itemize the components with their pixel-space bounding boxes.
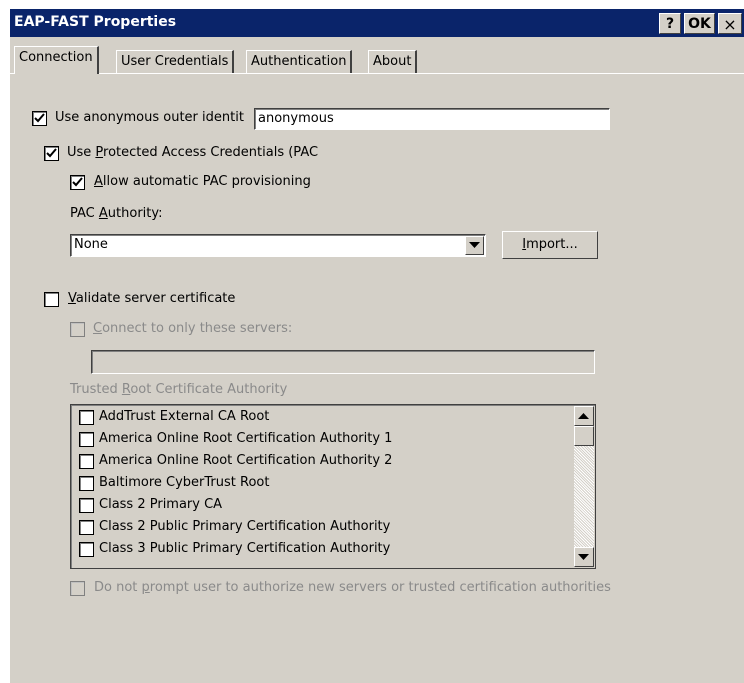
ca-list-scrollbar[interactable] [574, 406, 594, 567]
check-icon [46, 148, 57, 158]
list-item[interactable]: America Online Root Certification Author… [75, 451, 565, 473]
validate-cert-label: Validate server certificate [68, 291, 236, 306]
use-pac-checkbox[interactable] [44, 146, 59, 161]
list-item[interactable]: Baltimore CyberTrust Root [75, 473, 565, 495]
ca-checkbox[interactable] [79, 476, 94, 491]
title-bar: EAP-FAST Properties ? OK × [10, 9, 744, 37]
list-item[interactable]: Class 2 Public Primary Certification Aut… [75, 517, 565, 539]
ca-checkbox[interactable] [79, 498, 94, 513]
list-item[interactable]: America Online Root Certification Author… [75, 429, 565, 451]
validate-cert-checkbox[interactable] [44, 292, 59, 307]
arrow-up-icon [578, 413, 589, 419]
trusted-root-label: Trusted Root Certificate Authority [70, 382, 288, 397]
pac-authority-label: PAC Authority: [70, 206, 163, 221]
scroll-down-button[interactable] [574, 547, 594, 567]
arrow-down-icon [578, 554, 589, 560]
list-item[interactable]: AddTrust External CA Root [75, 407, 565, 429]
no-prompt-checkbox[interactable] [70, 581, 85, 596]
anon-identity-label: Use anonymous outer identit [55, 110, 244, 125]
no-prompt-label: Do not prompt user to authorize new serv… [94, 580, 611, 595]
tab-user-credentials[interactable]: User Credentials [116, 50, 235, 74]
anon-identity-input[interactable]: anonymous [254, 108, 610, 130]
ca-checkbox[interactable] [79, 520, 94, 535]
ca-checkbox[interactable] [79, 410, 94, 425]
servers-input[interactable] [91, 350, 595, 374]
connect-only-checkbox[interactable] [70, 322, 85, 337]
pac-authority-select[interactable]: None [70, 234, 486, 257]
connect-only-label: Connect to only these servers: [93, 321, 293, 336]
check-icon [34, 113, 45, 123]
window-title: EAP-FAST Properties [14, 14, 177, 30]
check-icon [72, 177, 83, 187]
help-button[interactable]: ? [659, 13, 681, 34]
scroll-up-button[interactable] [574, 406, 594, 426]
list-item[interactable]: Class 3 Public Primary Certification Aut… [75, 539, 565, 561]
tab-authentication[interactable]: Authentication [246, 50, 353, 74]
dropdown-button[interactable] [465, 236, 484, 255]
properties-window: EAP-FAST Properties ? OK × Connection Us… [8, 7, 744, 683]
tab-connection[interactable]: Connection [14, 46, 99, 74]
auto-pac-checkbox[interactable] [70, 175, 85, 190]
close-button[interactable]: × [718, 13, 742, 34]
scroll-thumb[interactable] [574, 426, 594, 446]
chevron-down-icon [469, 242, 480, 248]
ca-list[interactable]: AddTrust External CA Root America Online… [70, 404, 596, 569]
list-item[interactable]: Class 2 Primary CA [75, 495, 565, 517]
ok-button[interactable]: OK [684, 13, 715, 34]
ca-checkbox[interactable] [79, 542, 94, 557]
anon-identity-checkbox[interactable] [32, 111, 47, 126]
import-button[interactable]: Import... [502, 231, 598, 259]
use-pac-label: Use Protected Access Credentials (PAC [67, 145, 319, 160]
tab-about[interactable]: About [368, 50, 418, 74]
pac-authority-value: None [74, 237, 108, 252]
ca-checkbox[interactable] [79, 432, 94, 447]
tab-divider [10, 73, 744, 74]
ca-checkbox[interactable] [79, 454, 94, 469]
auto-pac-label: Allow automatic PAC provisioning [94, 174, 311, 189]
